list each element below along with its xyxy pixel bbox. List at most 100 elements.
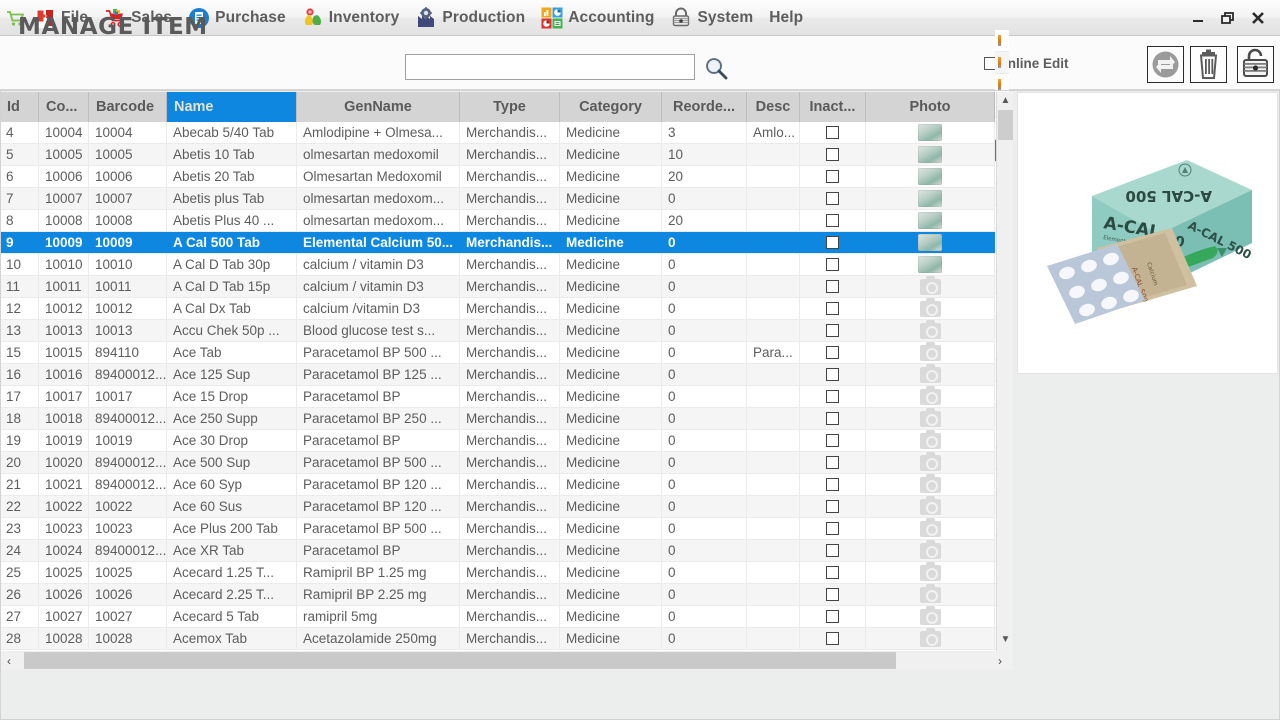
cell-category[interactable]: Medicine <box>560 386 662 407</box>
cell-id[interactable]: 16 <box>0 364 39 385</box>
cell-category[interactable]: Medicine <box>560 254 662 275</box>
cell-name[interactable]: Accu Chek 50p ... <box>167 320 297 341</box>
cell-code[interactable]: 10010 <box>39 254 89 275</box>
cell-type[interactable]: Merchandis... <box>460 430 560 451</box>
minimize-button[interactable] <box>1190 10 1206 26</box>
inactive-checkbox[interactable] <box>826 214 839 227</box>
inactive-checkbox[interactable] <box>826 302 839 315</box>
horizontal-scrollbar-track[interactable] <box>18 651 991 670</box>
table-row[interactable]: 13 10013 10013 Accu Chek 50p ... Blood gluco… <box>0 320 1009 342</box>
inactive-checkbox[interactable] <box>826 566 839 579</box>
cell-id[interactable]: 11 <box>0 276 39 297</box>
cell-reorder[interactable]: 0 <box>662 606 747 627</box>
cell-genname[interactable]: Paracetamol BP 500 ... <box>297 452 460 473</box>
cell-name[interactable]: Acecard 1.25 T... <box>167 562 297 583</box>
cell-code[interactable]: 10027 <box>39 606 89 627</box>
cell-type[interactable]: Merchandis... <box>460 188 560 209</box>
cell-barcode[interactable]: 10008 <box>89 210 167 231</box>
pencil-icon[interactable] <box>998 79 1001 90</box>
cell-barcode[interactable]: 10028 <box>89 628 167 649</box>
cell-genname[interactable]: Paracetamol BP 120 ... <box>297 474 460 495</box>
cell-type[interactable]: Merchandis... <box>460 210 560 231</box>
inactive-checkbox[interactable] <box>826 522 839 535</box>
inactive-checkbox[interactable] <box>826 346 839 359</box>
cell-id[interactable]: 10 <box>0 254 39 275</box>
cell-reorder[interactable]: 0 <box>662 430 747 451</box>
cell-name[interactable]: Ace Tab <box>167 342 297 363</box>
cell-reorder[interactable]: 10 <box>662 144 747 165</box>
cell-genname[interactable]: Blood glucose test s... <box>297 320 460 341</box>
grid-header-name[interactable]: Name <box>167 92 297 122</box>
vertical-scrollbar-thumb[interactable] <box>998 110 1013 140</box>
search-input[interactable] <box>405 54 695 80</box>
cell-barcode[interactable]: 10005 <box>89 144 167 165</box>
cell-type[interactable]: Merchandis... <box>460 276 560 297</box>
cell-code[interactable]: 10005 <box>39 144 89 165</box>
cell-photo[interactable] <box>866 584 995 605</box>
cell-code[interactable]: 10006 <box>39 166 89 187</box>
inactive-checkbox[interactable] <box>826 456 839 469</box>
cell-barcode[interactable]: 10013 <box>89 320 167 341</box>
cell-desc[interactable]: Amlo... <box>747 122 800 143</box>
cell-category[interactable]: Medicine <box>560 474 662 495</box>
cell-type[interactable]: Merchandis... <box>460 408 560 429</box>
cell-reorder[interactable]: 0 <box>662 232 747 253</box>
inactive-checkbox[interactable] <box>826 588 839 601</box>
cell-type[interactable]: Merchandis... <box>460 606 560 627</box>
cell-id[interactable]: 17 <box>0 386 39 407</box>
cell-category[interactable]: Medicine <box>560 562 662 583</box>
cell-reorder[interactable]: 0 <box>662 364 747 385</box>
refresh-button[interactable] <box>1147 46 1184 83</box>
cell-desc[interactable] <box>747 254 800 275</box>
cell-category[interactable]: Medicine <box>560 276 662 297</box>
cell-category[interactable]: Medicine <box>560 232 662 253</box>
inactive-checkbox[interactable] <box>826 610 839 623</box>
cell-name[interactable]: Ace XR Tab <box>167 540 297 561</box>
delete-button[interactable] <box>1190 46 1227 83</box>
inactive-checkbox[interactable] <box>826 258 839 271</box>
cell-genname[interactable]: Acetazolamide 250mg <box>297 628 460 649</box>
cell-name[interactable]: A Cal D Tab 30p <box>167 254 297 275</box>
cell-code[interactable]: 10012 <box>39 298 89 319</box>
cell-code[interactable]: 10024 <box>39 540 89 561</box>
cell-barcode[interactable]: 10022 <box>89 496 167 517</box>
cell-genname[interactable]: ramipril 5mg <box>297 606 460 627</box>
grid-header-category[interactable]: Category <box>560 92 662 122</box>
cell-barcode[interactable]: 894110 <box>89 342 167 363</box>
cell-code[interactable]: 10025 <box>39 562 89 583</box>
cell-id[interactable]: 7 <box>0 188 39 209</box>
cell-photo[interactable] <box>866 122 995 143</box>
cell-name[interactable]: Ace 30 Drop <box>167 430 297 451</box>
cell-name[interactable]: Abetis plus Tab <box>167 188 297 209</box>
cell-reorder[interactable]: 0 <box>662 584 747 605</box>
inactive-checkbox[interactable] <box>826 192 839 205</box>
cell-inact[interactable] <box>800 584 866 605</box>
cell-barcode[interactable]: 10027 <box>89 606 167 627</box>
cell-photo[interactable] <box>866 254 995 275</box>
cell-type[interactable]: Merchandis... <box>460 386 560 407</box>
cell-type[interactable]: Merchandis... <box>460 122 560 143</box>
cell-photo[interactable] <box>866 276 995 297</box>
cell-barcode[interactable]: 89400012... <box>89 474 167 495</box>
cell-id[interactable]: 12 <box>0 298 39 319</box>
cell-type[interactable]: Merchandis... <box>460 452 560 473</box>
cell-barcode[interactable]: 10006 <box>89 166 167 187</box>
cell-barcode[interactable]: 10012 <box>89 298 167 319</box>
cell-id[interactable]: 27 <box>0 606 39 627</box>
cell-category[interactable]: Medicine <box>560 166 662 187</box>
table-row[interactable]: 24 10024 89400012... Ace XR Tab Paracetamol … <box>0 540 1009 562</box>
cell-code[interactable]: 10019 <box>39 430 89 451</box>
cell-type[interactable]: Merchandis... <box>460 254 560 275</box>
cell-desc[interactable] <box>747 188 800 209</box>
cell-id[interactable]: 21 <box>0 474 39 495</box>
cell-inact[interactable] <box>800 606 866 627</box>
cell-reorder[interactable]: 0 <box>662 276 747 297</box>
cell-type[interactable]: Merchandis... <box>460 144 560 165</box>
grid-header-photo[interactable]: Photo <box>866 92 995 122</box>
cell-code[interactable]: 10023 <box>39 518 89 539</box>
table-row[interactable]: 25 10025 10025 Acecard 1.25 T... Ramipril BP… <box>0 562 1009 584</box>
table-row[interactable]: 17 10017 10017 Ace 15 Drop Paracetamol BP Mer… <box>0 386 1009 408</box>
cell-genname[interactable]: olmesartan medoxom... <box>297 188 460 209</box>
grid-header-id[interactable]: Id <box>0 92 39 122</box>
cell-inact[interactable] <box>800 276 866 297</box>
